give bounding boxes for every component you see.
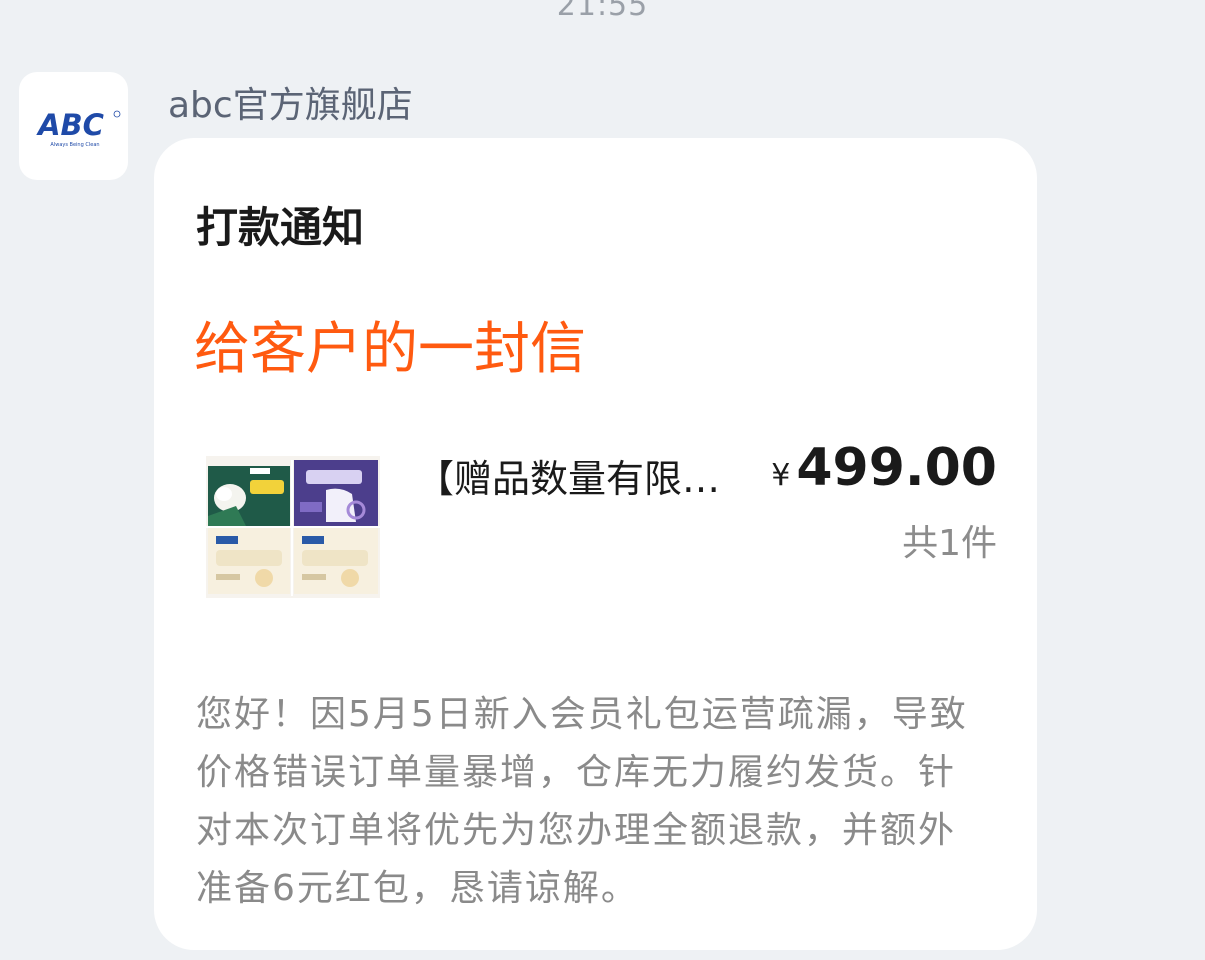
payment-notice-card[interactable]: 打款通知 给客户的一封信 【赠品数量有限… ¥ 499.00 共1件 您好！因5…	[154, 138, 1037, 950]
product-price: ¥499.00	[771, 438, 997, 498]
product-image[interactable]	[206, 456, 380, 598]
currency-symbol: ¥	[771, 458, 791, 493]
product-name[interactable]: 【赠品数量有限…	[416, 448, 746, 503]
product-bundle-image-icon	[206, 456, 380, 598]
avatar-logo-text: ABC	[36, 108, 104, 142]
abc-logo-icon: ABC Always Being Clean	[36, 108, 121, 148]
price-amount: 499.00	[796, 438, 997, 498]
letter-body: 您好！因5月5日新入会员礼包运营疏漏，导致价格错误订单量暴增，仓库无力履约发货。…	[196, 694, 968, 909]
card-title: 打款通知	[196, 203, 365, 252]
product-quantity: 共1件	[902, 523, 997, 564]
avatar-tagline: Always Being Clean	[50, 142, 99, 148]
letter-title: 给客户的一封信	[194, 317, 586, 382]
store-avatar[interactable]: ABC Always Being Clean	[19, 72, 128, 180]
sender-name: abc官方旗舰店	[168, 85, 413, 126]
message-timestamp: 21:55	[556, 0, 649, 23]
